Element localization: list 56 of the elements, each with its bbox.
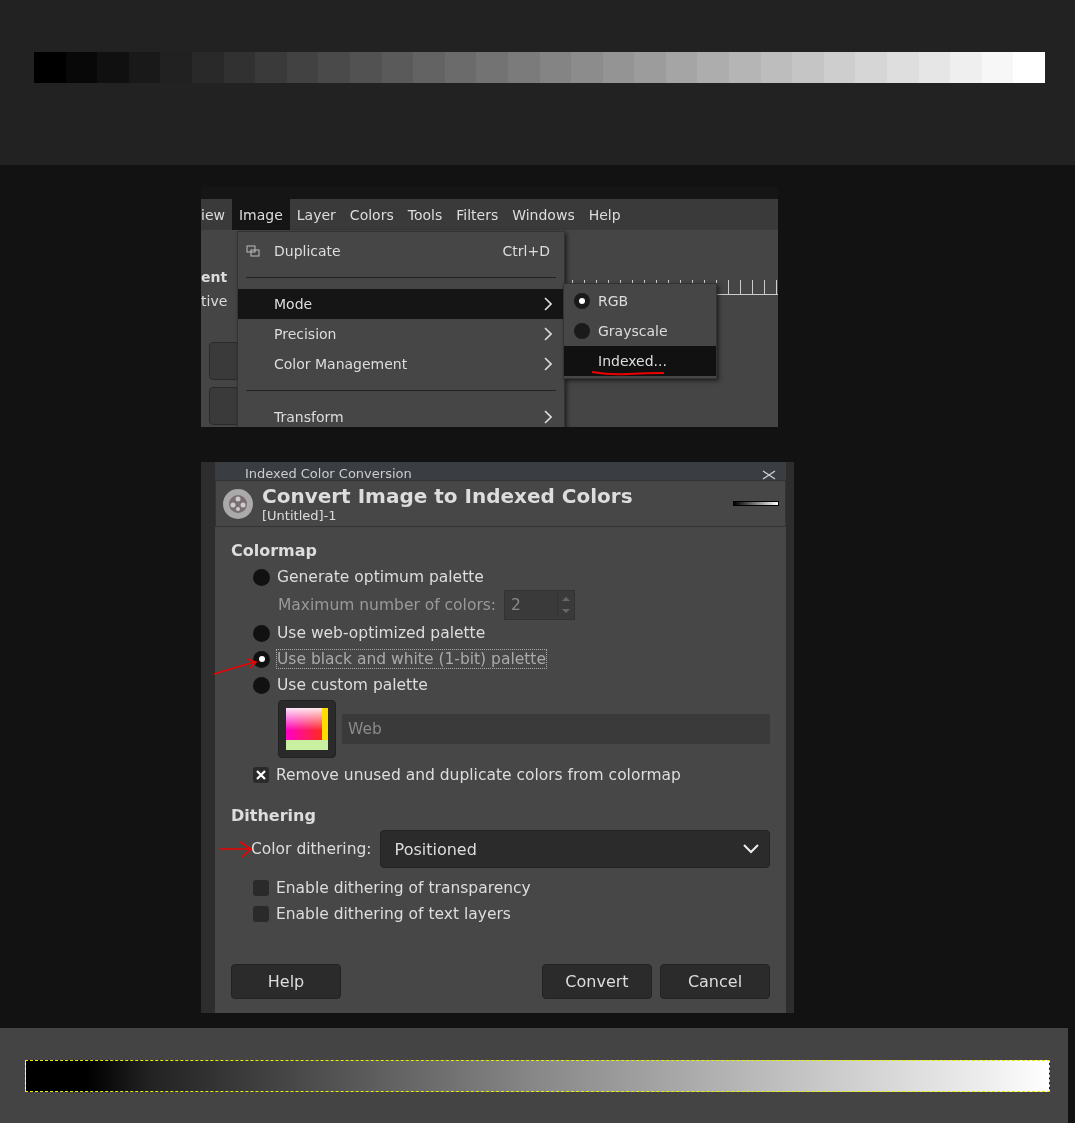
menu-bar-item[interactable]: iew [201, 199, 232, 230]
menu-bar-item[interactable]: Tools [400, 199, 450, 230]
chevron-right-icon [544, 410, 552, 424]
help-button[interactable]: Help [231, 964, 341, 999]
menu-item[interactable]: Mode [238, 289, 564, 319]
radio-button[interactable] [253, 676, 270, 694]
menu-bar-item[interactable]: Filters [449, 199, 506, 230]
checkbox[interactable] [253, 906, 269, 922]
dialog-heading: Convert Image to Indexed Colors [262, 484, 634, 508]
convert-button[interactable]: Convert [542, 964, 652, 999]
menu-bar-item[interactable]: Windows [505, 199, 582, 230]
chevron-right-icon [544, 357, 552, 371]
panel-label: tive [201, 293, 228, 309]
option-label[interactable]: Use web-optimized palette [277, 624, 486, 642]
field-label: Maximum number of colors: [278, 596, 497, 614]
option-label[interactable]: Use custom palette [277, 676, 428, 694]
image-name: [Untitled]-1 [262, 508, 338, 523]
option-label[interactable]: Generate optimum palette [277, 568, 484, 586]
option-label[interactable]: Remove unused and duplicate colors from colormap [276, 766, 681, 784]
menu-item[interactable]: Color Management [238, 349, 564, 379]
panel-label: ent [201, 269, 228, 285]
section-heading: Colormap [231, 541, 319, 560]
menu-item[interactable]: Indexed... [564, 346, 716, 376]
section-heading: Dithering [231, 806, 317, 825]
radio-button[interactable] [253, 650, 270, 668]
menu-item[interactable]: RGB [564, 286, 716, 316]
option-label[interactable]: Enable dithering of text layers [276, 905, 511, 923]
chevron-right-icon [544, 327, 552, 341]
option-label[interactable]: Use black and white (1-bit) palette [277, 650, 546, 668]
checkbox[interactable] [253, 767, 269, 783]
menu-item[interactable]: Transform [238, 402, 564, 427]
tool-button[interactable] [209, 387, 239, 425]
menu-bar-item[interactable]: Help [581, 199, 628, 230]
field-label: Color dithering: [251, 840, 372, 858]
dropdown[interactable]: Positioned [379, 830, 770, 868]
radio-button[interactable] [574, 323, 590, 339]
chevron-down-icon [743, 844, 759, 854]
close-icon[interactable] [762, 470, 776, 480]
radio-button[interactable] [253, 568, 270, 586]
cancel-button[interactable]: Cancel [660, 964, 770, 999]
menu-bar-item[interactable]: Colors [342, 199, 401, 230]
menu-bar-item[interactable]: Layer [289, 199, 343, 230]
menu-item[interactable]: Precision [238, 319, 564, 349]
palette-wheel-icon [222, 487, 254, 520]
menu-item[interactable]: Grayscale [564, 316, 716, 346]
tool-button[interactable] [209, 342, 239, 380]
option-label[interactable]: Enable dithering of transparency [276, 879, 531, 897]
menu-item[interactable]: Duplicate Ctrl+D [238, 236, 564, 266]
chevron-right-icon [544, 297, 552, 311]
window-title: Indexed Color Conversion [245, 467, 412, 480]
radio-button[interactable] [574, 293, 590, 309]
checkbox[interactable] [253, 880, 269, 896]
menu-bar-item[interactable]: Image [231, 199, 290, 230]
palette-button[interactable] [278, 700, 336, 758]
palette-swatch-icon [286, 708, 328, 750]
radio-button[interactable] [253, 624, 270, 642]
